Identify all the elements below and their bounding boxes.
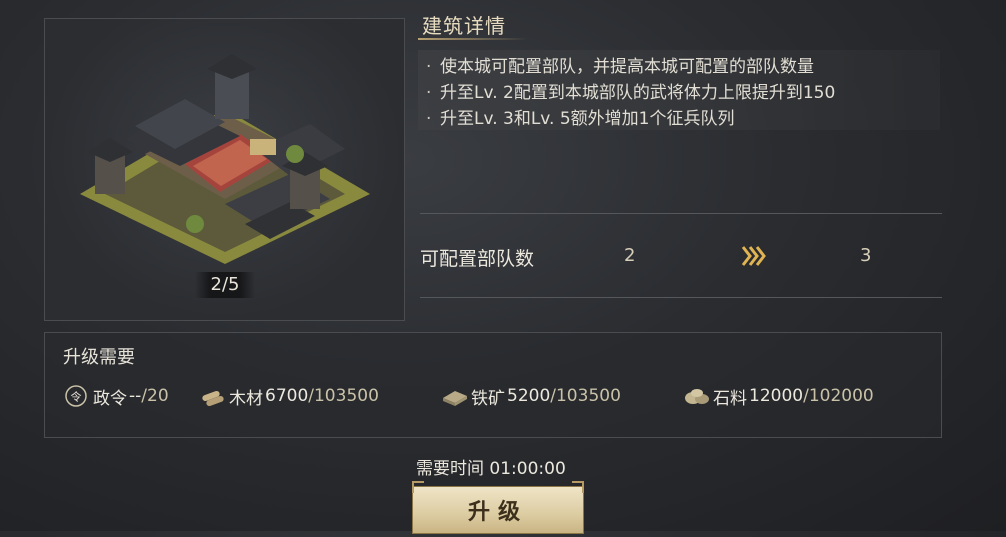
resource-total: /20 — [141, 386, 169, 406]
wood-icon — [202, 390, 224, 407]
requirements-box: 升级需要 令 政令 --/20 木材 6700/103500 铁矿 5200/1… — [44, 332, 942, 438]
level-progress: 2/5 — [195, 272, 255, 298]
description-line: · 升至Lv. 2配置到本城部队的武将体力上限提升到150 — [426, 78, 835, 103]
resource-total: /102000 — [803, 386, 874, 406]
upgrade-button[interactable]: 升级 — [412, 481, 584, 534]
time-label: 需要时间 — [416, 459, 484, 479]
resource-current: -- — [129, 386, 142, 406]
resource-name: 政令 — [93, 388, 127, 409]
svg-text:令: 令 — [71, 390, 82, 404]
title-underline — [418, 38, 528, 40]
stat-next-value: 3 — [860, 245, 872, 266]
resource-current: 6700 — [265, 386, 309, 406]
description-line: · 使本城可配置部队，并提高本城可配置的部队数量 — [426, 52, 814, 77]
description-box: · 使本城可配置部队，并提高本城可配置的部队数量 · 升至Lv. 2配置到本城部队的… — [418, 50, 940, 130]
description-text: 升至Lv. 3和Lv. 5额外增加1个征兵队列 — [440, 109, 735, 129]
time-value: 01:00:00 — [489, 459, 566, 479]
requirements-title: 升级需要 — [63, 347, 135, 368]
decree-icon: 令 — [65, 385, 87, 407]
stone-icon — [685, 389, 709, 404]
resource-total: /103500 — [550, 386, 621, 406]
resource-current: 5200 — [507, 386, 551, 406]
resource-name: 木材 — [229, 388, 263, 409]
upgrade-time: 需要时间 01:00:00 — [416, 454, 566, 479]
description-text: 使本城可配置部队，并提高本城可配置的部队数量 — [440, 57, 814, 77]
double-chevron-right-icon — [741, 246, 766, 266]
requirement-stone: 石料 12000/102000 — [683, 383, 874, 409]
bullet: · — [426, 57, 432, 77]
iron-icon — [443, 391, 467, 406]
description-line: · 升至Lv. 3和Lv. 5额外增加1个征兵队列 — [426, 104, 735, 129]
building-card: 2/5 — [44, 18, 405, 321]
resource-current: 12000 — [749, 386, 804, 406]
stat-label: 可配置部队数 — [420, 248, 535, 270]
resource-total: /103500 — [308, 386, 379, 406]
resource-name: 石料 — [713, 388, 747, 409]
requirement-decree: 令 政令 --/20 — [63, 383, 169, 409]
detail-title: 建筑详情 — [422, 14, 506, 38]
resource-name: 铁矿 — [471, 388, 505, 409]
description-text: 升至Lv. 2配置到本城部队的武将体力上限提升到150 — [440, 83, 836, 103]
stat-current-value: 2 — [624, 245, 636, 266]
bullet: · — [426, 83, 432, 103]
requirement-iron: 铁矿 5200/103500 — [441, 383, 621, 409]
requirement-wood: 木材 6700/103500 — [199, 383, 379, 409]
city-building-image — [80, 54, 370, 264]
divider — [420, 297, 942, 298]
divider — [420, 213, 942, 214]
bullet: · — [426, 109, 432, 129]
